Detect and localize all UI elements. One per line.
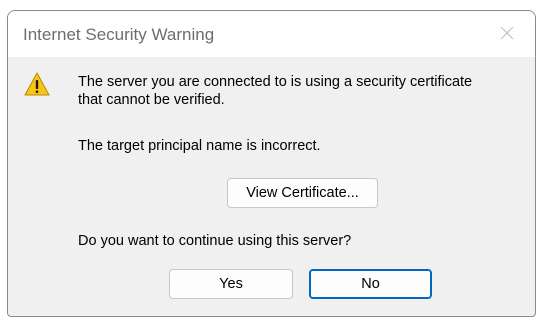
yes-button[interactable]: Yes [169, 269, 293, 299]
no-button[interactable]: No [309, 269, 432, 299]
warning-icon [24, 71, 50, 97]
warning-message: The server you are connected to is using… [78, 73, 530, 109]
view-certificate-button[interactable]: View Certificate... [227, 178, 378, 208]
close-icon[interactable] [497, 23, 517, 43]
dialog-title: Internet Security Warning [23, 25, 215, 44]
dialog-titlebar: Internet Security Warning [8, 11, 535, 57]
continue-question: Do you want to continue using this serve… [78, 233, 352, 249]
security-warning-dialog: Internet Security Warning The server you… [7, 10, 536, 317]
message-line: that cannot be verified. [78, 92, 225, 108]
message-line: The server you are connected to is using… [78, 74, 473, 90]
error-detail: The target principal name is incorrect. [78, 138, 321, 154]
screen: Internet Security Warning The server you… [0, 0, 542, 327]
